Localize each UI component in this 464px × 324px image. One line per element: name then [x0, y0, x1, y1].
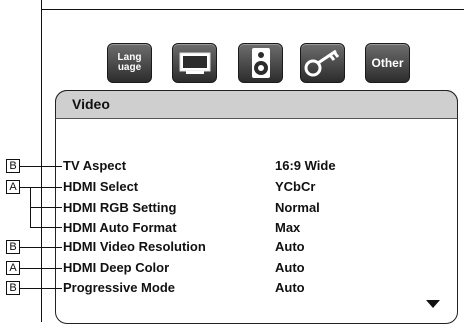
callout-connector — [20, 247, 62, 248]
setting-value: Auto — [275, 260, 305, 275]
setting-row-hdmi-deep-color[interactable]: HDMI Deep Color Auto — [0, 259, 464, 277]
callout-connector — [20, 288, 62, 289]
scroll-down-arrow[interactable] — [426, 300, 440, 308]
callout-badge: B — [6, 281, 20, 295]
setting-label: Progressive Mode — [63, 280, 175, 295]
panel-title: Video — [72, 96, 110, 112]
setting-label: HDMI Video Resolution — [63, 239, 206, 254]
callout-connector — [30, 207, 62, 208]
callout-connector — [30, 227, 62, 228]
setting-row-hdmi-video-resolution[interactable]: HDMI Video Resolution Auto — [0, 238, 464, 256]
setting-row-progressive-mode[interactable]: Progressive Mode Auto — [0, 279, 464, 297]
callout-badge: B — [6, 240, 20, 254]
display-icon — [179, 52, 210, 74]
setting-label: HDMI Select — [63, 179, 139, 194]
panel-header — [55, 90, 458, 119]
setting-label: HDMI RGB Setting — [63, 200, 177, 215]
other-tab-label: Other — [371, 56, 404, 70]
setting-row-hdmi-auto-format[interactable]: HDMI Auto Format Max — [0, 219, 464, 237]
callout-connector — [20, 268, 62, 269]
setting-row-hdmi-rgb[interactable]: HDMI RGB Setting Normal — [0, 199, 464, 217]
setting-label: HDMI Deep Color — [63, 260, 170, 275]
tab-language[interactable]: Lang uage — [107, 43, 152, 83]
callout-connector — [20, 166, 62, 167]
callout-badge: B — [6, 159, 20, 173]
language-tab-label-2: uage — [117, 62, 142, 73]
setting-row-tv-aspect[interactable]: TV Aspect 16:9 Wide — [0, 157, 464, 175]
tab-display[interactable] — [172, 43, 217, 83]
setting-value: Auto — [275, 280, 305, 295]
setting-value: YCbCr — [275, 179, 316, 194]
tab-audio[interactable] — [238, 43, 283, 83]
setting-label: TV Aspect — [63, 158, 127, 173]
speaker-icon — [251, 48, 270, 78]
setting-value: Normal — [275, 200, 320, 215]
callout-badge: A — [6, 261, 20, 275]
tab-other[interactable]: Other — [365, 43, 410, 83]
setting-value: Max — [275, 220, 301, 235]
key-icon — [304, 49, 339, 77]
tab-lock[interactable] — [300, 43, 345, 83]
setting-value: 16:9 Wide — [275, 158, 336, 173]
callout-badge: A — [6, 180, 20, 194]
callout-connector — [20, 187, 62, 188]
setting-label: HDMI Auto Format — [63, 220, 177, 235]
setting-row-hdmi-select[interactable]: HDMI Select YCbCr — [0, 178, 464, 196]
setting-value: Auto — [275, 239, 305, 254]
frame-top-border — [41, 9, 464, 10]
